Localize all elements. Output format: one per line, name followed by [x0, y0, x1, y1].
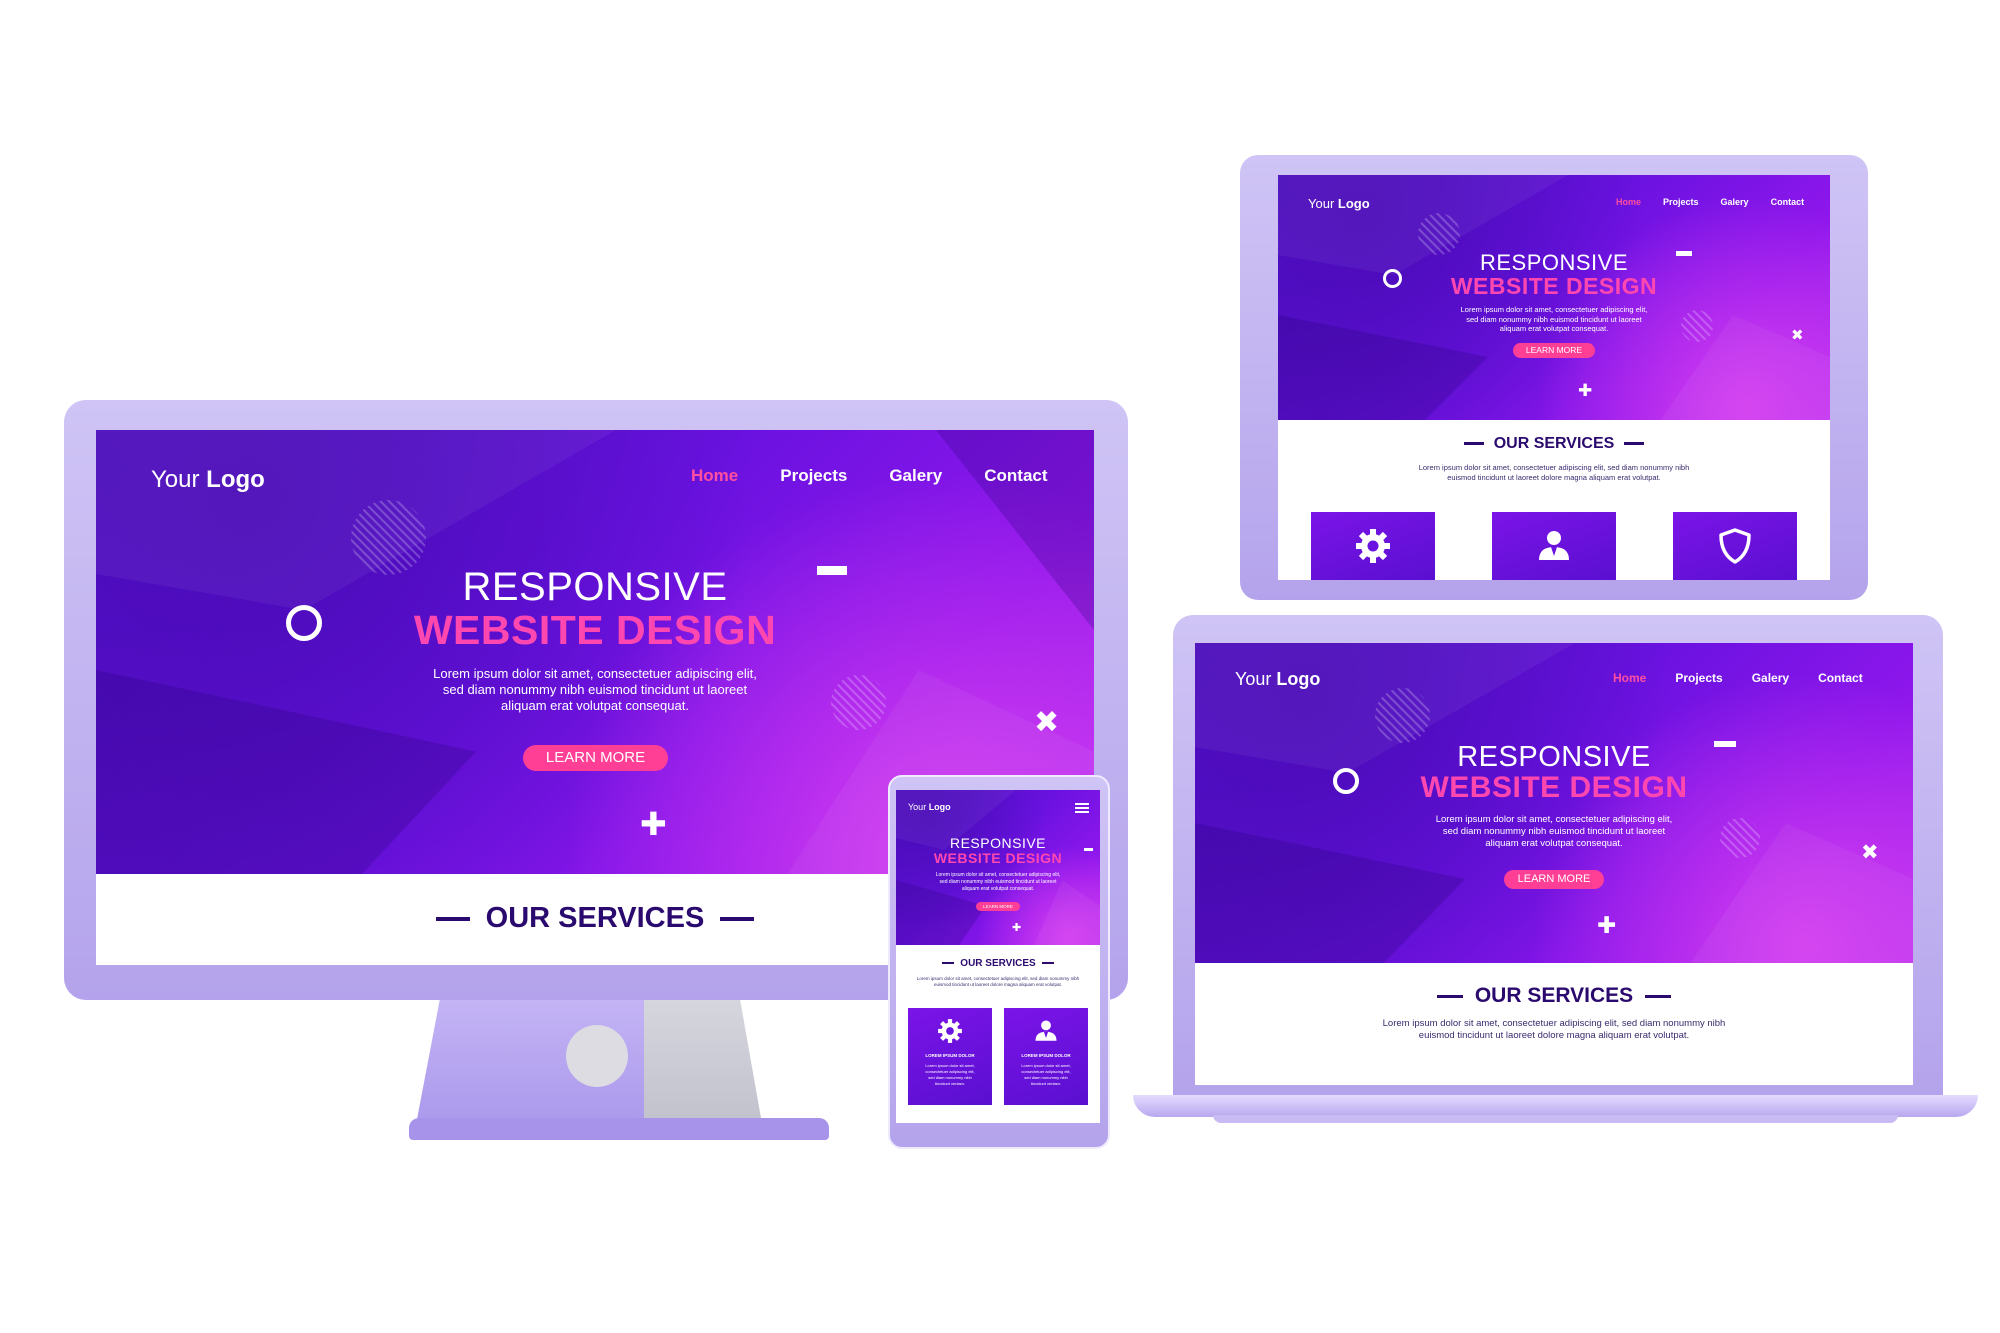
main-nav: Home Projects Galery Contact	[1616, 197, 1804, 207]
x-icon: ✖	[1861, 840, 1879, 864]
nav-home[interactable]: Home	[1613, 671, 1646, 685]
hero-section: Your Logo ✚ RESPONSIVE WEBSITE DESIGN Lo…	[896, 790, 1100, 945]
main-nav: Home Projects Galery Contact	[1613, 671, 1863, 685]
service-card-gear[interactable]: LOREM IPSUM DOLOR Lorem ipsum dolor sit …	[908, 1008, 992, 1105]
plus-icon: ✚	[1578, 381, 1593, 401]
service-card-user[interactable]: LOREM IPSUM DOLOR Lorem ipsum dolor sit …	[1004, 1008, 1088, 1105]
user-icon	[1035, 1020, 1057, 1041]
services-title: OUR SERVICES	[1195, 984, 1913, 1008]
hatch-circle	[1418, 213, 1460, 255]
laptop-base-shadow	[1213, 1115, 1898, 1123]
site-logo[interactable]: Your Logo	[151, 466, 265, 494]
services-description: Lorem ipsum dolor sit amet, consectetuer…	[916, 976, 1080, 987]
learn-more-button[interactable]: LEARN MORE	[1504, 870, 1604, 889]
hero-headline-2: WEBSITE DESIGN	[413, 607, 777, 653]
services-title: OUR SERVICES	[896, 958, 1100, 969]
nav-galery[interactable]: Galery	[1752, 671, 1789, 685]
nav-home[interactable]: Home	[1616, 197, 1641, 207]
gear-icon	[938, 1019, 962, 1043]
nav-projects[interactable]: Projects	[1675, 671, 1722, 685]
laptop-base	[1133, 1095, 1978, 1117]
monitor-stand-knob	[566, 1025, 628, 1087]
x-icon: ✖	[1791, 326, 1804, 344]
monitor-base	[409, 1118, 829, 1140]
hero-headline-1: RESPONSIVE	[462, 565, 728, 609]
card-text: Lorem ipsum dolor sit amet, consectetuer…	[925, 1063, 975, 1086]
service-card-user[interactable]	[1492, 512, 1616, 580]
hatch-circle	[351, 500, 426, 575]
plus-icon: ✚	[640, 805, 667, 843]
hatch-circle	[1375, 688, 1430, 743]
learn-more-button[interactable]: LEARN MORE	[523, 745, 668, 771]
site-logo[interactable]: Your Logo	[1235, 669, 1320, 690]
shield-icon	[1719, 528, 1751, 564]
nav-projects[interactable]: Projects	[780, 466, 847, 486]
card-title: LOREM IPSUM DOLOR	[1021, 1053, 1071, 1058]
services-description: Lorem ipsum dolor sit amet, consectetuer…	[1382, 1018, 1726, 1041]
card-title: LOREM IPSUM DOLOR	[925, 1053, 975, 1058]
card-text: Lorem ipsum dolor sit amet, consectetuer…	[1021, 1063, 1071, 1086]
nav-galery[interactable]: Galery	[889, 466, 942, 486]
nav-contact[interactable]: Contact	[984, 466, 1047, 486]
services-title: OUR SERVICES	[1278, 435, 1830, 453]
nav-contact[interactable]: Contact	[1771, 197, 1805, 207]
hero-headline-1: RESPONSIVE	[1457, 741, 1651, 773]
plus-icon: ✚	[1012, 921, 1022, 934]
hero-section: Your Logo Home Projects Galery Contact ✖…	[1195, 643, 1913, 963]
laptop-screen: Your Logo Home Projects Galery Contact ✖…	[1195, 643, 1913, 1085]
hero-headline-2: WEBSITE DESIGN	[933, 850, 1063, 866]
hero-headline-1: RESPONSIVE	[949, 835, 1047, 851]
nav-home[interactable]: Home	[691, 466, 738, 486]
services-description: Lorem ipsum dolor sit amet, consectetuer…	[1418, 463, 1690, 482]
nav-projects[interactable]: Projects	[1663, 197, 1699, 207]
nav-galery[interactable]: Galery	[1721, 197, 1749, 207]
plus-icon: ✚	[1597, 913, 1617, 939]
learn-more-button[interactable]: LEARN MORE	[976, 902, 1020, 911]
tablet: Your Logo Home Projects Galery Contact ✖…	[1240, 155, 1868, 600]
hero-description: Lorem ipsum dolor sit amet, consectetuer…	[1460, 305, 1648, 333]
hero-description: Lorem ipsum dolor sit amet, consectetuer…	[935, 872, 1061, 892]
learn-more-button[interactable]: LEARN MORE	[1513, 343, 1595, 358]
user-icon	[1539, 531, 1569, 560]
hero-description: Lorem ipsum dolor sit amet, consectetuer…	[433, 666, 757, 713]
main-nav: Home Projects Galery Contact	[691, 466, 1048, 486]
hero-section: Your Logo Home Projects Galery Contact ✖…	[1278, 175, 1830, 420]
hero-headline-2: WEBSITE DESIGN	[1450, 273, 1658, 299]
site-logo[interactable]: Your Logo	[1308, 196, 1370, 211]
x-icon: ✖	[1034, 705, 1060, 740]
site-logo[interactable]: Your Logo	[908, 802, 951, 812]
gear-icon	[1356, 529, 1390, 563]
hero-headline-2: WEBSITE DESIGN	[1420, 771, 1688, 804]
hero-description: Lorem ipsum dolor sit amet, consectetuer…	[1435, 814, 1673, 849]
service-card-shield[interactable]	[1673, 512, 1797, 580]
service-card-gear[interactable]	[1311, 512, 1435, 580]
phone: Your Logo ✚ RESPONSIVE WEBSITE DESIGN Lo…	[888, 775, 1110, 1149]
tablet-screen: Your Logo Home Projects Galery Contact ✖…	[1278, 175, 1830, 580]
laptop: Your Logo Home Projects Galery Contact ✖…	[1133, 615, 1978, 1135]
hamburger-menu-icon[interactable]	[1075, 803, 1089, 813]
nav-contact[interactable]: Contact	[1818, 671, 1863, 685]
phone-screen: Your Logo ✚ RESPONSIVE WEBSITE DESIGN Lo…	[896, 790, 1100, 1123]
